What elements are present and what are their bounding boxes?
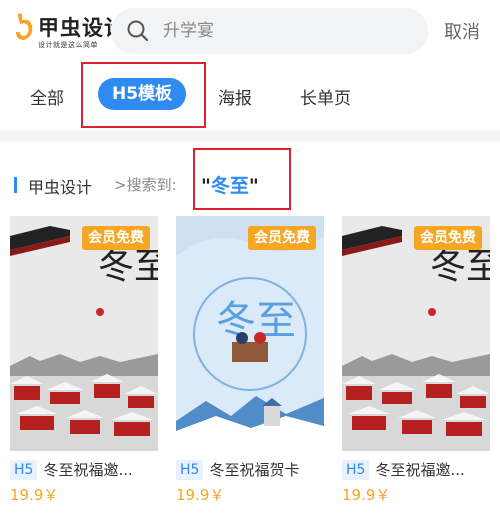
template-card[interactable]: 冬至 会员免费 H5 冬至祝福邀... 19.9￥: [10, 216, 158, 512]
crumb-keyword: "冬至": [201, 171, 259, 198]
card-title: 冬至祝福贺卡: [209, 461, 300, 479]
section-divider: [0, 130, 500, 142]
category-tabs: 全部 H5模板 海报 长单页: [0, 62, 500, 130]
card-price: 19.9￥: [342, 486, 391, 504]
card-title-row: H5 冬至祝福贺卡: [176, 459, 326, 481]
member-free-badge: 会员免费: [82, 226, 150, 250]
search-keyword: 冬至: [210, 175, 249, 197]
tab-long-page[interactable]: 长单页: [300, 84, 351, 109]
card-title-row: H5 冬至祝福邀...: [342, 459, 492, 481]
member-free-badge: 会员免费: [248, 226, 316, 250]
h5-tag: H5: [176, 459, 204, 480]
header: 甲虫设计 设计就是这么简单 取消: [0, 0, 500, 62]
card-art-text: 冬至: [430, 246, 490, 287]
h5-tag: H5: [10, 459, 38, 480]
search-icon: [127, 20, 149, 42]
cancel-button[interactable]: 取消: [444, 18, 480, 44]
member-free-badge: 会员免费: [414, 226, 482, 250]
template-thumbnail: 冬至 会员免费: [176, 216, 324, 451]
card-title: 冬至祝福邀...: [43, 461, 133, 479]
snowy-palace-image: 冬至: [342, 216, 490, 451]
crumb-quote-open: ": [201, 175, 211, 197]
card-art-text: 冬至: [98, 246, 158, 287]
card-title-row: H5 冬至祝福邀...: [10, 459, 160, 481]
logo-slogan: 设计就是这么简单: [38, 41, 98, 49]
tab-poster[interactable]: 海报: [218, 84, 252, 109]
tab-h5-template[interactable]: H5模板: [98, 78, 187, 110]
search-input[interactable]: [163, 8, 413, 54]
beetle-logo-icon: [16, 13, 33, 41]
snowy-palace-image: 冬至: [10, 216, 158, 451]
winter-illustration-image: 冬至: [176, 216, 324, 451]
logo[interactable]: 甲虫设计 设计就是这么简单: [14, 10, 125, 50]
search-box[interactable]: [111, 8, 428, 54]
crumb-accent-bar: [14, 177, 17, 193]
template-thumbnail: 冬至 会员免费: [342, 216, 490, 451]
crumb-result-label: >搜索到:: [114, 176, 177, 194]
card-title: 冬至祝福邀...: [375, 461, 465, 479]
h5-tag: H5: [342, 459, 370, 480]
template-card[interactable]: 冬至 会员免费 H5 冬至祝福贺卡 19.9￥: [176, 216, 324, 512]
template-card[interactable]: 冬至 会员免费 H5 冬至祝福邀... 19.9￥: [342, 216, 490, 512]
crumb-quote-close: ": [248, 175, 259, 197]
crumb-site-name: 甲虫设计: [28, 178, 93, 197]
tab-all[interactable]: 全部: [30, 84, 64, 109]
template-thumbnail: 冬至 会员免费: [10, 216, 158, 451]
card-price: 19.9￥: [176, 486, 225, 504]
card-price: 19.9￥: [10, 486, 59, 504]
